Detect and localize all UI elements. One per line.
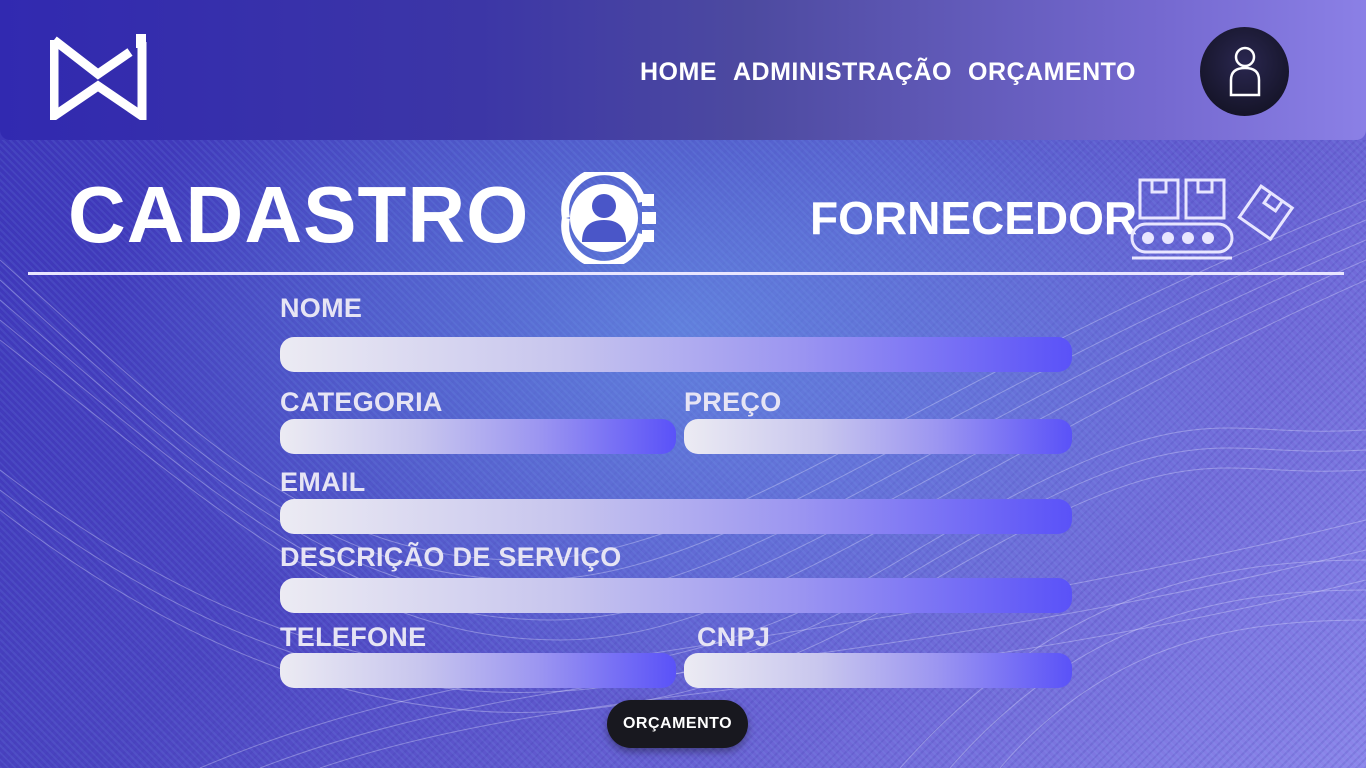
- supplier-registration-form: NOME CATEGORIA PREÇO EMAIL DESCRIÇÃO DE …: [0, 0, 1366, 768]
- cnpj-input[interactable]: [684, 653, 1072, 688]
- orcamento-submit-button[interactable]: ORÇAMENTO: [607, 700, 748, 748]
- categoria-label: CATEGORIA: [280, 387, 443, 417]
- preco-input[interactable]: [684, 419, 1072, 454]
- email-input[interactable]: [280, 499, 1072, 534]
- telefone-input[interactable]: [280, 653, 676, 688]
- telefone-label: TELEFONE: [280, 622, 427, 652]
- cnpj-label: CNPJ: [697, 622, 771, 652]
- descricao-label: DESCRIÇÃO DE SERVIÇO: [280, 542, 622, 572]
- descricao-input[interactable]: [280, 578, 1072, 613]
- nome-input[interactable]: [280, 337, 1072, 372]
- preco-label: PREÇO: [684, 387, 782, 417]
- email-label: EMAIL: [280, 467, 366, 497]
- categoria-input[interactable]: [280, 419, 676, 454]
- nome-label: NOME: [280, 293, 363, 323]
